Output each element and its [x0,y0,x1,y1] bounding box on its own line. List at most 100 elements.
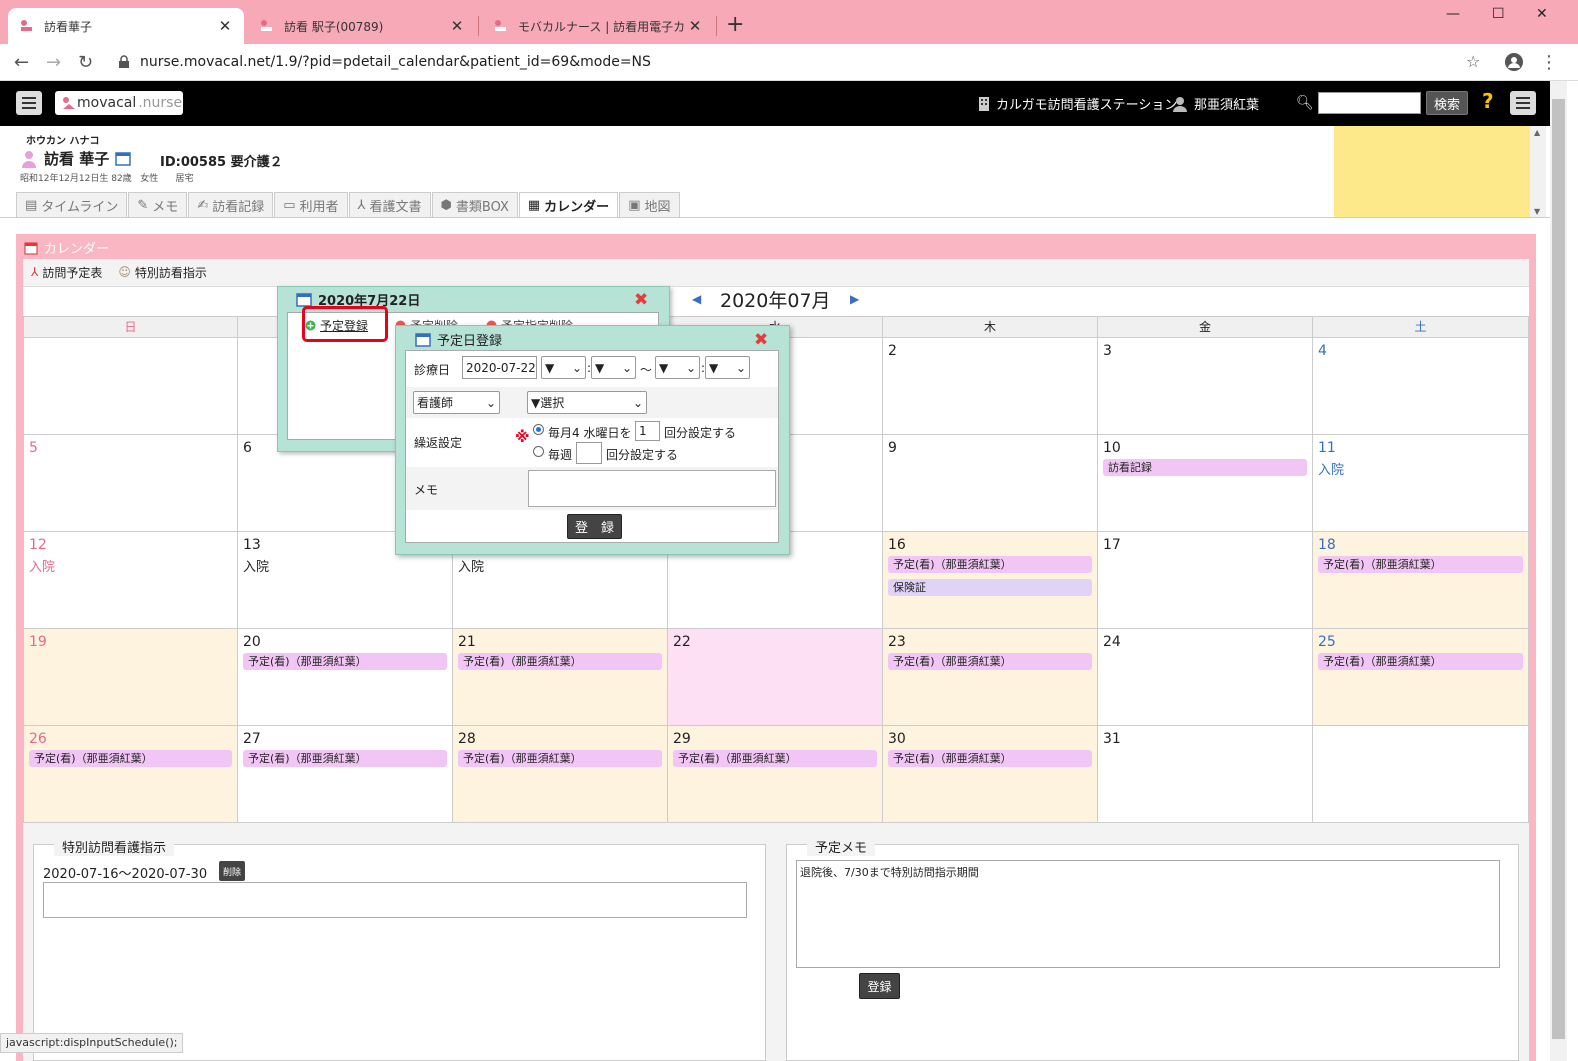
calendar-day-cell[interactable]: 30 予定(看)（那亜須紅葉） [883,726,1098,823]
sub-menu-icon[interactable] [1510,91,1536,115]
help-icon[interactable]: ? [1482,89,1494,113]
calendar-day-cell[interactable]: 28 予定(看)（那亜須紅葉） [453,726,668,823]
register-button[interactable]: 登 録 [567,514,622,539]
calendar-event[interactable]: 予定(看)（那亜須紅葉） [458,750,662,767]
tab-document-box[interactable]: ⬢ 書類BOX [431,192,518,218]
calendar-day-cell[interactable]: 9 [883,435,1098,532]
repeat-monthly-radio[interactable] [533,424,544,435]
repeat-weekly-radio[interactable] [533,446,544,457]
end-minute-select[interactable]: ▼ ⌄ [705,356,750,379]
calendar-event[interactable]: 保険証 [888,579,1092,596]
patient-search-input[interactable] [1318,92,1421,114]
visit-schedule-pdf-link[interactable]: ⅄ 訪問予定表 [31,264,102,281]
calendar-day-cell[interactable]: 11 入院 [1313,435,1529,532]
memo-register-button[interactable]: 登録 [859,973,900,999]
scrollbar-thumb[interactable] [1552,99,1565,1039]
end-hour-select[interactable]: ▼ ⌄ [655,356,700,379]
browser-menu-icon[interactable]: ⋮ [1540,52,1558,73]
monthly-count-input[interactable]: 1 [635,421,660,441]
tab-visit-record[interactable]: ✍ 訪看記録 [188,192,274,218]
calendar-event[interactable]: 予定(看)（那亜須紅葉） [243,750,447,767]
calendar-day-cell[interactable]: 5 [23,435,238,532]
calendar-day-cell[interactable]: 31 [1098,726,1313,823]
tab-calendar[interactable]: ▦ カレンダー [518,192,619,218]
calendar-day-cell[interactable]: 27 予定(看)（那亜須紅葉） [238,726,453,823]
day-number[interactable]: 11 [1318,440,1336,456]
tab-user[interactable]: ▭ 利用者 [274,192,348,218]
calendar-day-cell[interactable]: 23 予定(看)（那亜須紅葉） [883,629,1098,726]
calendar-event[interactable]: 予定(看)（那亜須紅葉） [888,750,1092,767]
forward-arrow-icon[interactable]: → [46,52,61,73]
profile-icon[interactable] [1504,52,1524,77]
calendar-event[interactable]: 予定(看)（那亜須紅葉） [888,556,1092,573]
calendar-day-cell[interactable]: 12 入院 [23,532,238,629]
page-scrollbar[interactable] [1550,81,1567,1061]
register-popup-close-icon[interactable]: ✖ [754,330,768,350]
calendar-event[interactable]: 訪看記録 [1103,459,1307,476]
day-number[interactable]: 25 [1318,634,1336,650]
bookmark-star-icon[interactable]: ☆ [1466,52,1480,71]
day-number[interactable]: 3 [1103,343,1112,359]
day-number[interactable]: 6 [243,440,252,456]
calendar-day-cell[interactable]: 29 予定(看)（那亜須紅葉） [668,726,883,823]
schedule-memo-input[interactable] [528,470,776,507]
next-month-icon[interactable]: ▶ [850,292,859,306]
calendar-event[interactable]: 予定(看)（那亜須紅葉） [1318,556,1523,573]
calendar-event[interactable]: 予定(看)（那亜須紅葉） [243,653,447,670]
calendar-day-cell[interactable]: 19 [23,629,238,726]
close-tab-icon[interactable]: ✕ [448,17,466,35]
day-number[interactable]: 4 [1318,343,1327,359]
special-instruction-link[interactable]: ☺ 特別訪看指示 [118,264,207,281]
calendar-day-cell[interactable]: 17 [1098,532,1313,629]
day-number[interactable]: 13 [243,537,261,553]
movacal-logo[interactable]: movacal .nurse [55,91,183,115]
browser-tab-3[interactable]: モバカルナース | 訪看用電子カルテ ✕ [482,8,714,44]
note-scrollbar[interactable]: ▲ ▼ [1530,126,1546,218]
prev-month-icon[interactable]: ◀ [692,292,701,306]
calendar-day-cell[interactable] [23,338,238,435]
start-hour-select[interactable]: ▼ ⌄ [541,356,586,379]
calendar-day-cell[interactable]: 22 [668,629,883,726]
day-number[interactable]: 9 [888,440,897,456]
day-number[interactable]: 17 [1103,537,1121,553]
calendar-day-cell[interactable]: 21 予定(看)（那亜須紅葉） [453,629,668,726]
calendar-event[interactable]: 予定(看)（那亜須紅葉） [673,750,877,767]
close-window-icon[interactable]: ✕ [1536,6,1548,22]
tab-map[interactable]: ▣ 地図 [619,192,680,218]
staff-type-select[interactable]: 看護師 ⌄ [413,391,500,414]
calendar-event[interactable]: 予定(看)（那亜須紅葉） [1318,653,1523,670]
maximize-icon[interactable]: ☐ [1492,6,1505,22]
calendar-day-cell[interactable]: 20 予定(看)（那亜須紅葉） [238,629,453,726]
minimize-icon[interactable]: — [1446,6,1460,22]
close-tab-icon[interactable]: ✕ [686,17,704,35]
day-number[interactable]: 27 [243,731,261,747]
calendar-day-cell[interactable]: 25 予定(看)（那亜須紅葉） [1313,629,1529,726]
url-field[interactable]: nurse.movacal.net/1.9/?pid=pdetail_calen… [140,54,651,70]
day-number[interactable]: 16 [888,537,906,553]
staff-select[interactable]: ▼選択 ⌄ [527,391,647,414]
day-number[interactable]: 30 [888,731,906,747]
calendar-event[interactable]: 予定(看)（那亜須紅葉） [458,653,662,670]
calendar-day-cell[interactable] [1313,726,1529,823]
tab-timeline[interactable]: ▤ タイムライン [16,192,128,218]
calendar-day-cell[interactable]: 2 [883,338,1098,435]
day-number[interactable]: 5 [29,440,38,456]
browser-tab-2[interactable]: 訪看 駅子(00789) ✕ [248,8,476,44]
day-number[interactable]: 19 [29,634,47,650]
day-number[interactable]: 24 [1103,634,1121,650]
tab-nursing-docs[interactable]: ⅄ 看護文書 [348,192,431,218]
day-number[interactable]: 31 [1103,731,1121,747]
close-tab-icon[interactable]: ✕ [216,17,234,35]
date-input[interactable]: 2020-07-22 [462,356,537,379]
day-number[interactable]: 18 [1318,537,1336,553]
day-number[interactable]: 12 [29,537,47,553]
day-number[interactable]: 20 [243,634,261,650]
tab-memo[interactable]: ✎ メモ [128,192,188,218]
reload-icon[interactable]: ↻ [78,52,93,73]
patient-window-icon[interactable] [115,151,131,166]
start-minute-select[interactable]: ▼ ⌄ [591,356,636,379]
schedule-memo-textarea[interactable]: 退院後、7/30まで特別訪問指示期間 [796,860,1500,968]
delete-instruction-button[interactable]: 削除 [219,861,245,881]
day-number[interactable]: 29 [673,731,691,747]
day-number[interactable]: 26 [29,731,47,747]
